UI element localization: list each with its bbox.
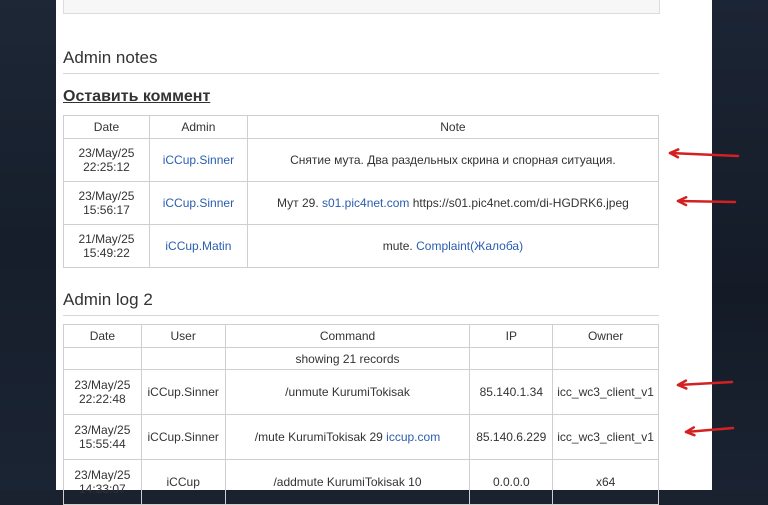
- date-text: 23/May/25: [74, 378, 131, 392]
- date-cell: 23/May/25 22:25:12: [63, 138, 150, 182]
- command-text: /unmute KurumiTokisak: [285, 385, 410, 399]
- ip-cell: 85.140.6.229: [469, 414, 554, 460]
- col-header-date: Date: [63, 324, 142, 348]
- col-header-admin: Admin: [148, 115, 248, 139]
- user-cell: iCCup.Sinner: [140, 369, 226, 415]
- note-text: Мут 29.: [277, 196, 322, 210]
- col-header-owner: Owner: [552, 324, 659, 348]
- leave-comment-link[interactable]: Оставить коммент: [63, 88, 210, 106]
- note-cell: mute. Complaint(Жалоба): [246, 224, 660, 268]
- table-row: 23/May/25 15:56:17 iCCup.Sinner Мут 29. s…: [63, 181, 660, 225]
- date-text: 23/May/25: [74, 468, 131, 482]
- date-cell: 23/May/25 14:33:07: [63, 459, 142, 505]
- table-row: 21/May/25 15:49:22 iCCup.Matin mute. Comp…: [63, 224, 660, 268]
- admin-notes-title: Admin notes: [63, 48, 158, 67]
- empty-cell: [140, 347, 226, 370]
- table-header-row: Date User Command IP Owner: [63, 324, 659, 348]
- col-header-user: User: [140, 324, 226, 348]
- admin-cell: iCCup.Matin: [148, 224, 248, 268]
- note-cell: Снятие мута. Два раздельных скрина и спо…: [246, 138, 660, 182]
- date-cell: 23/May/25 15:55:44: [63, 414, 142, 460]
- owner-cell: icc_wc3_client_v1: [552, 369, 659, 415]
- admin-log-table: Date User Command IP Owner showing 21 re…: [63, 324, 659, 505]
- user-cell: iCCup: [140, 459, 226, 505]
- admin-link[interactable]: iCCup.Sinner: [163, 153, 234, 167]
- content-panel: Admin notes Оставить коммент Date Admin …: [56, 0, 712, 505]
- time-text: 15:56:17: [83, 203, 130, 217]
- empty-cell: [469, 347, 554, 370]
- admin-log-title: Admin log 2: [63, 290, 153, 309]
- table-header-row: Date Admin Note: [63, 115, 660, 139]
- date-cell: 23/May/25 15:56:17: [63, 181, 150, 225]
- date-text: 21/May/25: [78, 232, 135, 246]
- records-count-row: showing 21 records: [63, 347, 659, 370]
- admin-link[interactable]: iCCup.Matin: [165, 239, 231, 253]
- command-cell: /mute KurumiTokisak 29 iccup.com: [224, 414, 471, 460]
- date-cell: 21/May/25 15:49:22: [63, 224, 150, 268]
- records-count: showing 21 records: [224, 347, 471, 370]
- command-cell: /addmute KurumiTokisak 10: [224, 459, 471, 505]
- empty-cell: [63, 347, 142, 370]
- previous-section-box: [63, 0, 660, 14]
- note-text: Снятие мута. Два раздельных скрина и спо…: [290, 153, 616, 167]
- owner-cell: icc_wc3_client_v1: [552, 414, 659, 460]
- admin-cell: iCCup.Sinner: [148, 181, 248, 225]
- note-text: mute.: [382, 239, 417, 253]
- col-header-ip: IP: [469, 324, 554, 348]
- ip-cell: 85.140.1.34: [469, 369, 554, 415]
- table-row: 23/May/25 15:55:44 iCCup.Sinner /mute Kur…: [63, 414, 659, 460]
- table-row: 23/May/25 22:25:12 iCCup.Sinner Снятие му…: [63, 138, 660, 182]
- divider: [63, 73, 659, 74]
- ip-cell: 0.0.0.0: [469, 459, 554, 505]
- admin-notes-table: Date Admin Note 23/May/25 22:25:12 iCCup.…: [63, 115, 660, 268]
- page-background-left: [0, 0, 56, 490]
- admin-link[interactable]: iCCup.Sinner: [163, 196, 234, 210]
- col-header-command: Command: [224, 324, 471, 348]
- date-text: 23/May/25: [78, 189, 135, 203]
- time-text: 14:33:07: [79, 482, 126, 496]
- command-text: /mute KurumiTokisak 29: [254, 430, 387, 444]
- note-cell: Мут 29. s01.pic4net.com https://s01.pic4…: [246, 181, 660, 225]
- empty-cell: [552, 347, 659, 370]
- time-text: 22:25:12: [83, 160, 130, 174]
- table-row: 23/May/25 22:22:48 iCCup.Sinner /unmute K…: [63, 369, 659, 415]
- note-suffix: https://s01.pic4net.com/di-HGDRK6.jpeg: [409, 196, 629, 210]
- col-header-date: Date: [63, 115, 150, 139]
- divider: [63, 315, 659, 316]
- page-background-right: [712, 0, 768, 490]
- user-cell: iCCup.Sinner: [140, 414, 226, 460]
- date-text: 23/May/25: [78, 146, 135, 160]
- command-cell: /unmute KurumiTokisak: [224, 369, 471, 415]
- owner-cell: x64: [552, 459, 659, 505]
- complaint-link[interactable]: Complaint(Жалоба): [416, 239, 523, 253]
- admin-cell: iCCup.Sinner: [148, 138, 248, 182]
- time-text: 22:22:48: [79, 392, 126, 406]
- table-row: 23/May/25 14:33:07 iCCup /addmute KurumiT…: [63, 459, 659, 505]
- command-link[interactable]: iccup.com: [386, 430, 440, 444]
- time-text: 15:49:22: [83, 246, 130, 260]
- note-link[interactable]: s01.pic4net.com: [322, 196, 409, 210]
- date-cell: 23/May/25 22:22:48: [63, 369, 142, 415]
- time-text: 15:55:44: [79, 437, 126, 451]
- command-text: /addmute KurumiTokisak 10: [273, 475, 422, 489]
- date-text: 23/May/25: [74, 423, 131, 437]
- col-header-note: Note: [246, 115, 660, 139]
